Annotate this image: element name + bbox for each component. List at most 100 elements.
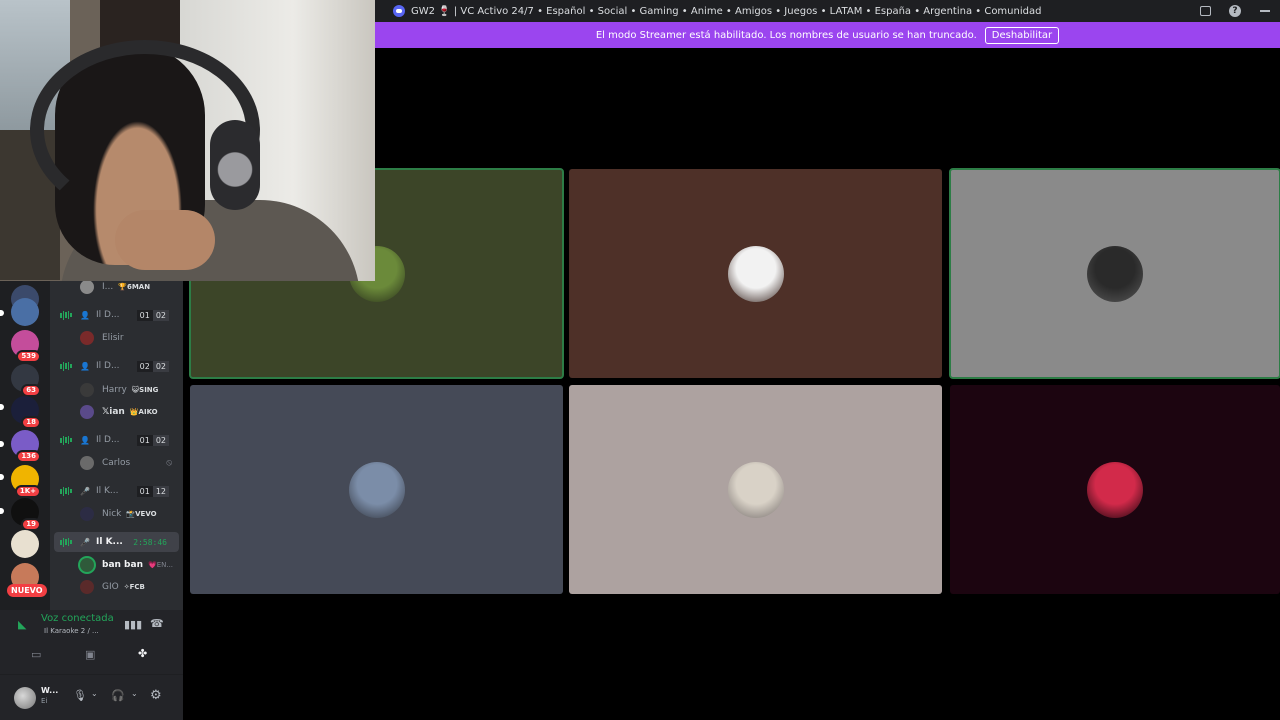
mention-badge: 1K+ (14, 485, 41, 498)
mic-icon[interactable]: 🎙 (73, 689, 87, 702)
participant-avatar (1087, 245, 1143, 302)
user-count: 01 02 (136, 434, 169, 446)
user-name: I... (102, 282, 114, 292)
deafened-icon: ⦸ (166, 458, 173, 468)
channel-name: Il D... (96, 361, 120, 371)
avatar (80, 507, 94, 521)
participant-avatar (348, 461, 405, 518)
channel-name: Il D... (96, 310, 120, 320)
title-bar-controls: ? (1190, 0, 1280, 22)
voice-user[interactable]: 𝕏ian 👑AIKO (80, 402, 158, 422)
server-icon[interactable]: 539 (11, 330, 41, 363)
server-icon[interactable] (11, 298, 39, 326)
server-icon[interactable]: 63 (11, 364, 41, 397)
mention-badge: 539 (16, 350, 41, 363)
screen-share-icon[interactable]: ▣ (85, 648, 95, 661)
inbox-icon[interactable] (1190, 0, 1220, 22)
user-icon: 👤 (80, 361, 90, 371)
server-icon[interactable]: 136 (11, 430, 41, 463)
window-title: GW2 🍷 | VC Activo 24/7 • Español • Socia… (411, 5, 1042, 17)
user-name: Nick (102, 509, 122, 519)
user-tag: 😺SING (131, 386, 159, 394)
voice-channel[interactable]: 👤 Il D... 01 02 (50, 430, 183, 450)
server-icon[interactable]: 19 (11, 498, 41, 531)
user-name: GIO (102, 582, 119, 592)
discord-logo-icon (393, 5, 405, 17)
new-badge[interactable]: NUEVO (7, 584, 47, 597)
microphone-icon: 🎤 (80, 537, 90, 547)
participant-tile[interactable] (569, 385, 942, 594)
user-count: 01 12 (136, 485, 169, 497)
avatar (80, 405, 94, 419)
voice-connection-panel: ◣ Voz conectada Il Karaoke 2 / ... ▮▮▮ ☎… (0, 610, 183, 674)
voice-channel[interactable]: 🎤 Il K... 01 12 (50, 481, 183, 501)
channel-name: Il D... (96, 435, 120, 445)
user-icon: 👤 (80, 435, 90, 445)
mention-badge: 136 (16, 450, 41, 463)
disconnect-icon[interactable]: ☎ (150, 617, 164, 630)
participant-tile[interactable] (190, 385, 563, 594)
headphones-icon[interactable]: 🎧 (111, 689, 125, 702)
voice-user[interactable]: ban ban 💗EN... (80, 555, 173, 575)
microphone-icon: 🎤 (80, 486, 90, 496)
voice-channel-label[interactable]: Il Karaoke 2 / ... (44, 627, 99, 635)
avatar[interactable] (14, 687, 36, 709)
channel-sidebar: I... 🏆6MAN 👤 Il D... 01 02 Elisir 👤 Il D.… (50, 280, 183, 610)
signal-icon[interactable]: ◣ (18, 618, 26, 631)
chevron-down-icon[interactable]: ⌄ (91, 689, 98, 698)
banner-message: El modo Streamer está habilitado. Los no… (595, 29, 977, 41)
avatar (80, 456, 94, 470)
participant-tile[interactable] (950, 385, 1280, 594)
voice-channel-connected[interactable]: 🎤 Il K... 2:58:46 (54, 532, 179, 552)
user-tag: 💗EN... (147, 561, 174, 569)
participant-avatar (727, 245, 784, 302)
server-icon[interactable]: 1K+ (11, 465, 41, 498)
gear-icon[interactable]: ⚙ (150, 688, 162, 703)
voice-user[interactable]: Carlos ⦸ (80, 453, 172, 473)
voice-user[interactable]: I... 🏆6MAN (80, 280, 150, 297)
voice-channel[interactable]: 👤 Il D... 01 02 (50, 305, 183, 325)
call-timer: 2:58:46 (133, 537, 167, 547)
voice-user[interactable]: Harry 😺SING (80, 380, 158, 400)
user-name: Carlos (102, 458, 131, 468)
user-count: 01 02 (136, 309, 169, 321)
channel-name: Il K... (96, 537, 123, 547)
server-icon[interactable]: 18 (11, 396, 41, 429)
disable-streamer-button[interactable]: Deshabilitar (984, 26, 1060, 44)
webcam-overlay (0, 0, 375, 281)
avatar (80, 558, 94, 572)
voice-user[interactable]: Elisir (80, 328, 124, 348)
user-name: Elisir (102, 333, 124, 343)
activity-icon[interactable]: ✤ (138, 647, 147, 660)
user-tag: 🏆6MAN (118, 283, 151, 291)
discord-window: GW2 🍷 | VC Activo 24/7 • Español • Socia… (0, 0, 1280, 720)
sound-wave-icon (60, 310, 72, 320)
noise-suppression-icon[interactable]: ▮▮▮ (124, 618, 142, 631)
participant-avatar (1087, 461, 1143, 518)
server-icon[interactable] (11, 530, 39, 558)
mention-badge: 18 (21, 416, 41, 429)
minimize-icon[interactable] (1250, 0, 1280, 22)
user-icon: 👤 (80, 310, 90, 320)
user-name: 𝕏ian (102, 407, 125, 417)
user-tag: ✧FCB (123, 583, 145, 591)
camera-off-icon[interactable]: ▭ (31, 648, 41, 661)
avatar (80, 383, 94, 397)
participant-tile[interactable] (949, 168, 1280, 379)
voice-status[interactable]: Voz conectada (41, 613, 114, 624)
user-name: Harry (102, 385, 127, 395)
sound-wave-icon (60, 435, 72, 445)
help-icon[interactable]: ? (1220, 0, 1250, 22)
voice-user[interactable]: Nick 📸VEVO (80, 504, 157, 524)
avatar (80, 331, 94, 345)
chevron-down-icon[interactable]: ⌄ (131, 689, 138, 698)
user-panel: W... Ei 🎙 ⌄ 🎧 ⌄ ⚙ (0, 674, 183, 720)
sound-wave-icon (60, 486, 72, 496)
user-count: 02 02 (136, 360, 169, 372)
voice-user[interactable]: GIO ✧FCB (80, 577, 145, 597)
user-tag: 👑AIKO (129, 408, 158, 416)
user-tag: 📸VEVO (126, 510, 157, 518)
user-panel-name: W... (41, 686, 59, 695)
participant-tile[interactable] (569, 169, 942, 378)
voice-channel[interactable]: 👤 Il D... 02 02 (50, 356, 183, 376)
